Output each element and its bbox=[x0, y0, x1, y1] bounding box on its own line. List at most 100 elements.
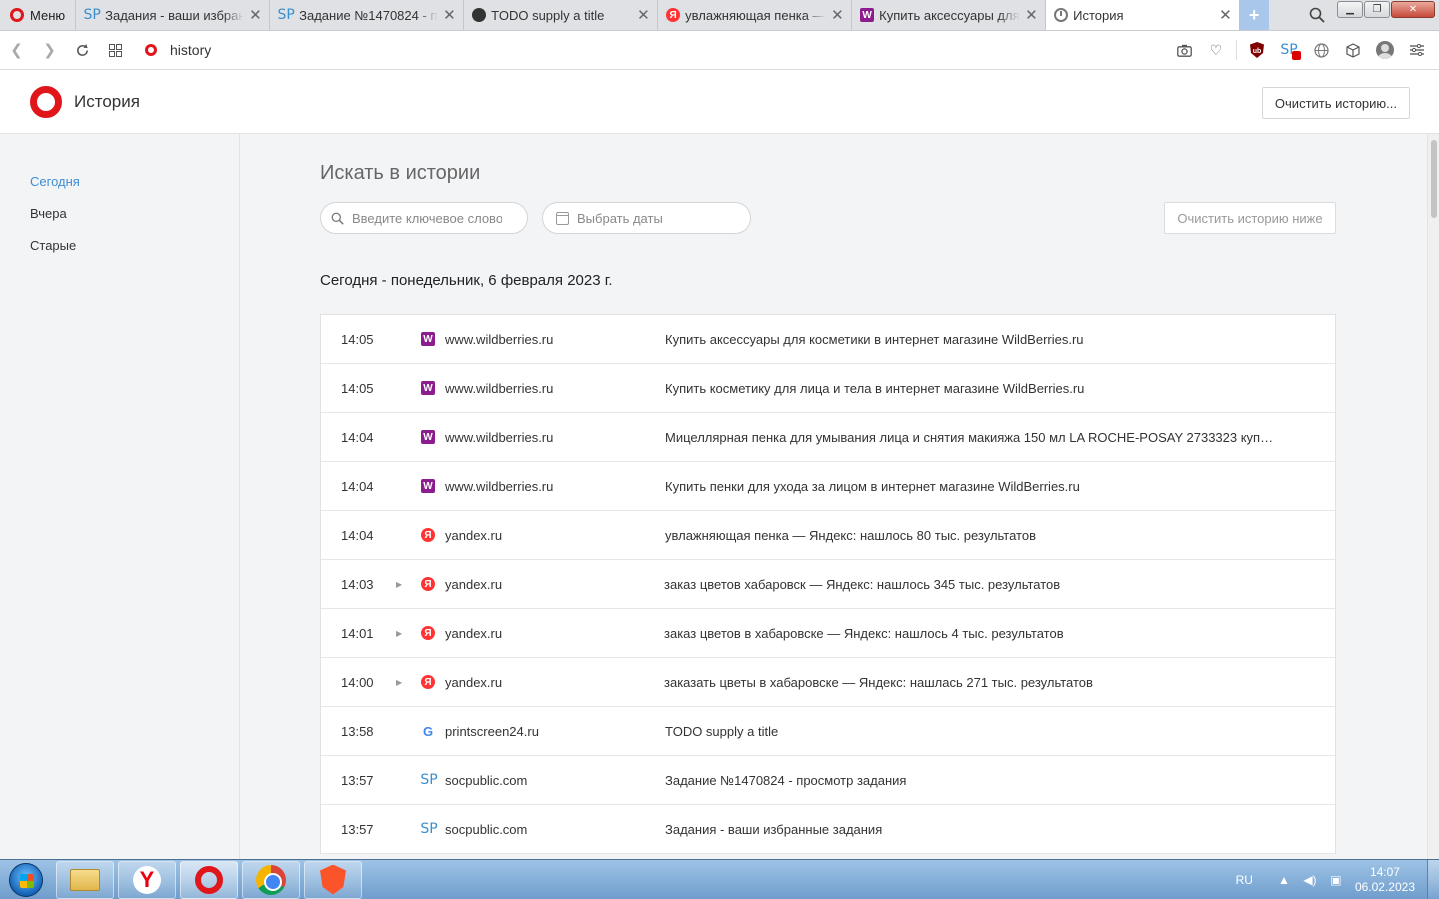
history-row[interactable]: 14:04 Wwww.wildberries.ru Мицеллярная пенк… bbox=[321, 413, 1335, 462]
tab-title: увлажняющая пенка — Яндекс bbox=[685, 7, 826, 23]
history-title-link[interactable]: Купить косметику для лица и тела в интер… bbox=[665, 381, 1084, 396]
history-row[interactable]: 13:57 SP socpublic.com Задания - ваши избра… bbox=[321, 805, 1335, 854]
sidebar-item-yesterday[interactable]: Вчера bbox=[0, 204, 239, 236]
history-domain[interactable]: socpublic.com bbox=[445, 822, 527, 837]
tab-search-icon[interactable] bbox=[1297, 0, 1337, 30]
history-row[interactable]: 14:03 ▶ Яyandex.ru заказ цветов хабаровск —… bbox=[321, 560, 1335, 609]
extensions-cube-icon[interactable] bbox=[1341, 38, 1365, 62]
notification-badge bbox=[1292, 51, 1301, 60]
taskbar-clock[interactable]: 14:07 06.02.2023 bbox=[1355, 865, 1415, 895]
history-row[interactable]: 14:00 ▶ Яyandex.ru заказать цветы в хабаров… bbox=[321, 658, 1335, 707]
history-title-link[interactable]: Купить пенки для ухода за лицом в интерн… bbox=[665, 479, 1080, 494]
date-placeholder: Выбрать даты bbox=[577, 210, 663, 226]
language-indicator[interactable]: RU bbox=[1236, 873, 1253, 887]
minimize-button[interactable]: ▁ bbox=[1337, 1, 1363, 18]
vpn-globe-icon[interactable] bbox=[1309, 38, 1333, 62]
new-tab-button[interactable]: + bbox=[1239, 0, 1270, 30]
url-field[interactable]: history bbox=[170, 42, 1172, 58]
date-picker-field[interactable]: Выбрать даты bbox=[542, 202, 751, 234]
maximize-button[interactable]: ❐ bbox=[1364, 1, 1390, 18]
keyword-search-field[interactable] bbox=[320, 202, 528, 234]
snapshot-camera-icon[interactable] bbox=[1172, 38, 1196, 62]
history-title-link[interactable]: Купить аксессуары для косметики в интерн… bbox=[665, 332, 1084, 347]
site-info-icon[interactable] bbox=[132, 44, 170, 56]
close-tab-icon[interactable]: ✕ bbox=[1219, 6, 1232, 24]
tab-1[interactable]: SP Задания - ваши избранные задания ✕ bbox=[75, 0, 269, 30]
history-row[interactable]: 14:04 Яyandex.ru увлажняющая пенка — Яндек… bbox=[321, 511, 1335, 560]
history-row[interactable]: 14:05 Wwww.wildberries.ru Купить аксессуар… bbox=[321, 315, 1335, 364]
history-domain[interactable]: yandex.ru bbox=[445, 626, 502, 641]
vertical-scrollbar[interactable] bbox=[1427, 134, 1439, 859]
socpublic-extension-icon[interactable]: SP bbox=[1277, 38, 1301, 62]
tab-5[interactable]: W Купить аксессуары для косметики ✕ bbox=[851, 0, 1045, 30]
tabs-grid-button[interactable] bbox=[99, 31, 132, 70]
close-tab-icon[interactable]: ✕ bbox=[637, 6, 650, 24]
clock-time: 14:07 bbox=[1369, 865, 1400, 879]
history-time: 14:04 bbox=[341, 527, 374, 543]
tab-title: TODO supply a title bbox=[491, 7, 605, 23]
ublock-extension-icon[interactable]: ub bbox=[1245, 38, 1269, 62]
grid-icon bbox=[109, 43, 122, 57]
tab-3[interactable]: TODO supply a title ✕ bbox=[463, 0, 657, 30]
reload-button[interactable] bbox=[66, 31, 99, 70]
history-row[interactable]: 14:05 Wwww.wildberries.ru Купить косметику… bbox=[321, 364, 1335, 413]
history-title-link[interactable]: Задание №1470824 - просмотр задания bbox=[665, 773, 906, 788]
history-domain[interactable]: www.wildberries.ru bbox=[445, 381, 553, 396]
show-desktop-button[interactable] bbox=[1427, 860, 1439, 899]
taskbar-explorer[interactable] bbox=[56, 860, 114, 899]
sidebar-item-older[interactable]: Старые bbox=[0, 236, 239, 268]
profile-avatar-icon[interactable] bbox=[1373, 38, 1397, 62]
expand-group-icon[interactable]: ▶ bbox=[396, 629, 402, 638]
history-domain[interactable]: www.wildberries.ru bbox=[445, 430, 553, 445]
history-title-link[interactable]: заказать цветы в хабаровске — Яндекс: на… bbox=[664, 675, 1093, 690]
taskbar-yandex-browser[interactable]: Y bbox=[118, 860, 176, 899]
opera-icon bbox=[195, 865, 223, 894]
close-tab-icon[interactable]: ✕ bbox=[249, 6, 262, 24]
close-tab-icon[interactable]: ✕ bbox=[831, 6, 844, 24]
close-tab-icon[interactable]: ✕ bbox=[443, 6, 456, 24]
history-domain[interactable]: yandex.ru bbox=[445, 528, 502, 543]
keyword-search-input[interactable] bbox=[352, 210, 502, 226]
start-button[interactable] bbox=[0, 860, 52, 899]
tab-6-active[interactable]: История ✕ bbox=[1045, 0, 1240, 30]
history-row[interactable]: 14:01 ▶ Яyandex.ru заказ цветов в хабаровск… bbox=[321, 609, 1335, 658]
clear-history-below-button[interactable]: Очистить историю ниже bbox=[1164, 202, 1336, 234]
expand-group-icon[interactable]: ▶ bbox=[396, 580, 402, 589]
history-domain[interactable]: printscreen24.ru bbox=[445, 724, 539, 739]
history-title-link[interactable]: TODO supply a title bbox=[665, 724, 778, 739]
expand-group-icon[interactable]: ▶ bbox=[396, 678, 402, 687]
easy-setup-menu-icon[interactable] bbox=[1405, 38, 1429, 62]
back-button[interactable]: ❮ bbox=[0, 31, 33, 70]
taskbar-chrome[interactable] bbox=[242, 860, 300, 899]
history-domain[interactable]: www.wildberries.ru bbox=[445, 479, 553, 494]
history-title-link[interactable]: Мицеллярная пенка для умывания лица и сн… bbox=[665, 430, 1277, 445]
history-title-link[interactable]: увлажняющая пенка — Яндекс: нашлось 80 т… bbox=[665, 528, 1036, 543]
taskbar-opera[interactable] bbox=[180, 860, 238, 899]
tab-title: История bbox=[1073, 7, 1124, 23]
socpublic-favicon-icon: SP bbox=[277, 7, 295, 23]
close-tab-icon[interactable]: ✕ bbox=[1025, 6, 1038, 24]
forward-button[interactable]: ❯ bbox=[33, 31, 66, 70]
history-title-link[interactable]: заказ цветов хабаровск — Яндекс: нашлось… bbox=[664, 577, 1060, 592]
clear-history-button[interactable]: Очистить историю... bbox=[1261, 87, 1410, 119]
history-domain[interactable]: yandex.ru bbox=[445, 675, 502, 690]
show-hidden-icons-icon[interactable]: ▲ bbox=[1277, 873, 1291, 887]
tab-2[interactable]: SP Задание №1470824 - просмотр задания ✕ bbox=[269, 0, 463, 30]
sidebar-item-today[interactable]: Сегодня bbox=[0, 172, 239, 204]
scrollbar-thumb[interactable] bbox=[1431, 140, 1437, 218]
bookmark-heart-icon[interactable]: ♡ bbox=[1204, 38, 1228, 62]
history-title-link[interactable]: Задания - ваши избранные задания bbox=[665, 822, 882, 837]
history-row[interactable]: 13:58 Gprintscreen24.ru TODO supply a titl… bbox=[321, 707, 1335, 756]
volume-icon[interactable]: ◀) bbox=[1303, 873, 1317, 887]
close-window-button[interactable]: ✕ bbox=[1391, 1, 1435, 18]
tab-4[interactable]: Я увлажняющая пенка — Яндекс ✕ bbox=[657, 0, 851, 30]
history-title-link[interactable]: заказ цветов в хабаровске — Яндекс: нашл… bbox=[664, 626, 1064, 641]
network-icon[interactable]: ▣ bbox=[1329, 873, 1343, 887]
history-row[interactable]: 14:04 Wwww.wildberries.ru Купить пенки для… bbox=[321, 462, 1335, 511]
history-domain[interactable]: www.wildberries.ru bbox=[445, 332, 553, 347]
history-domain[interactable]: yandex.ru bbox=[445, 577, 502, 592]
opera-menu-button[interactable]: Меню bbox=[0, 0, 76, 30]
taskbar-brave[interactable] bbox=[304, 860, 362, 899]
history-domain[interactable]: socpublic.com bbox=[445, 773, 527, 788]
history-row[interactable]: 13:57 SP socpublic.com Задание №1470824 - п… bbox=[321, 756, 1335, 805]
